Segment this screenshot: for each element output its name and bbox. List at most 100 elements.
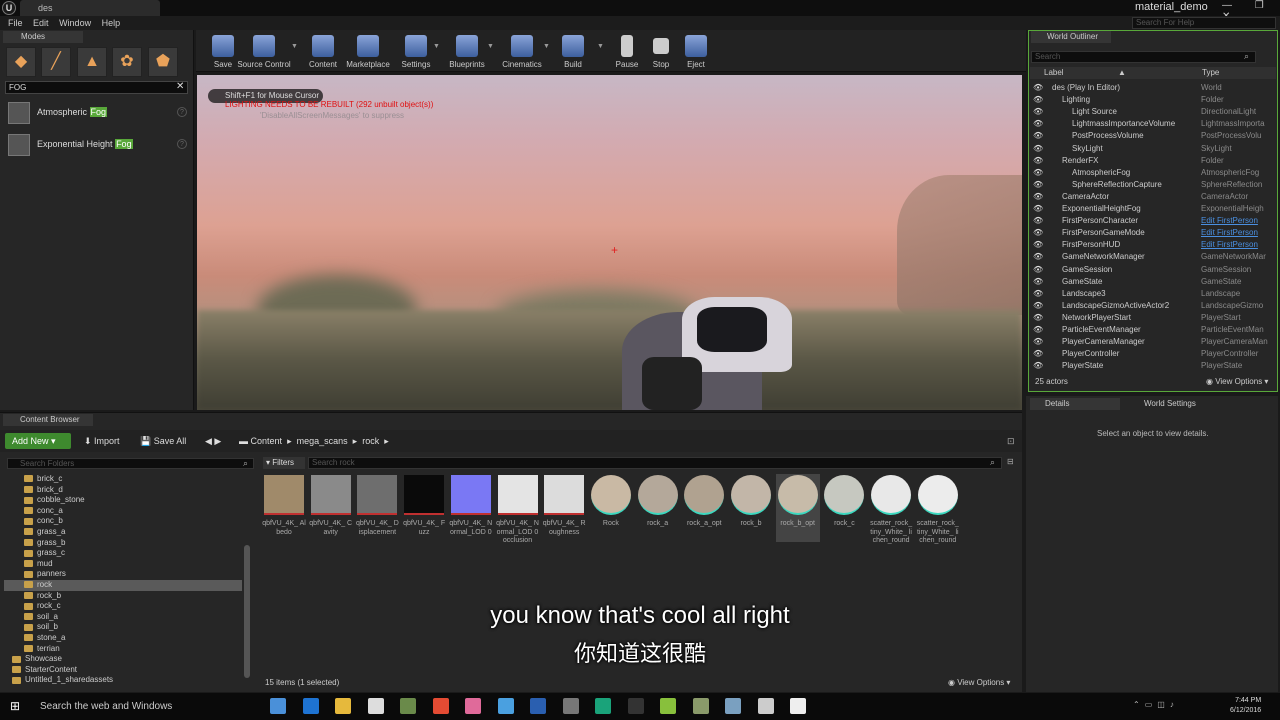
outliner-row[interactable]: 👁 Lighting Folder <box>1030 94 1276 106</box>
help-icon[interactable]: ? <box>177 107 187 117</box>
details-tab[interactable]: Details <box>1030 398 1120 410</box>
modes-search-input[interactable]: FOG <box>5 81 188 94</box>
folder-tree-item[interactable]: conc_b <box>24 516 63 527</box>
visibility-eye-icon[interactable]: 👁 <box>1033 130 1043 142</box>
outliner-row[interactable]: 👁 PostProcessVolume PostProcessVolu <box>1030 130 1276 142</box>
visibility-eye-icon[interactable]: 👁 <box>1033 251 1043 263</box>
asset-tile[interactable]: qbfVU_4K_ Cavity <box>309 474 353 542</box>
asset-tile[interactable]: rock_c <box>822 474 866 542</box>
paint-mode-icon[interactable]: ╱ <box>41 47 71 77</box>
folder-tree-item[interactable]: grass_b <box>24 538 65 549</box>
visibility-eye-icon[interactable]: 👁 <box>1033 264 1043 276</box>
content-browser-tab[interactable]: Content Browser <box>3 414 93 426</box>
place-item-exponential-height-fog[interactable]: Exponential Height Fog ? <box>5 132 190 158</box>
taskbar-clock[interactable]: 7:44 PM 6/12/2016 <box>1230 696 1261 716</box>
outliner-view-options-button[interactable]: ◉ View Options ▾ <box>1206 377 1268 386</box>
visibility-eye-icon[interactable]: 👁 <box>1033 312 1043 324</box>
taskbar-app-icon[interactable] <box>335 698 351 714</box>
taskbar-app-icon[interactable] <box>367 698 384 714</box>
asset-tile[interactable]: rock_b_opt <box>775 474 820 542</box>
outliner-row[interactable]: 👁 SphereReflectionCapture SphereReflection <box>1030 179 1276 191</box>
world-settings-tab[interactable]: World Settings <box>1125 398 1215 410</box>
crumb-content[interactable]: Content <box>251 436 283 446</box>
taskbar-app-icon[interactable] <box>757 698 774 714</box>
folder-search-input[interactable]: Search Folders <box>7 458 254 469</box>
chevron-right-icon[interactable]: ▸ <box>382 436 389 446</box>
menu-help[interactable]: Help <box>102 16 121 30</box>
visibility-eye-icon[interactable]: 👁 <box>1033 179 1043 191</box>
source-control-button[interactable]: Source Control <box>236 33 292 71</box>
chevron-down-icon[interactable]: ▼ <box>597 43 604 50</box>
folder-tree-item[interactable]: mud <box>24 559 53 570</box>
world-outliner-tab[interactable]: World Outliner <box>1031 31 1111 43</box>
taskbar-app-icon[interactable] <box>497 698 514 714</box>
visibility-eye-icon[interactable]: 👁 <box>1033 324 1043 336</box>
taskbar-app-icon[interactable] <box>432 698 449 714</box>
taskbar-app-icon[interactable] <box>660 698 676 714</box>
outliner-row[interactable]: 👁 Landscape3 Landscape <box>1030 288 1276 300</box>
folder-tree-item[interactable]: conc_a <box>24 506 63 517</box>
chevron-right-icon[interactable]: ▸ <box>350 436 360 446</box>
crumb-mega-scans[interactable]: mega_scans <box>297 436 348 446</box>
unreal-logo-icon[interactable]: U <box>2 1 16 15</box>
folder-tree-item[interactable]: Untitled_1_sharedassets <box>12 675 113 686</box>
visibility-eye-icon[interactable]: 👁 <box>1033 336 1043 348</box>
chevron-down-icon[interactable]: ▼ <box>433 43 440 50</box>
foliage-mode-icon[interactable]: ✿ <box>112 47 142 77</box>
visibility-eye-icon[interactable]: 👁 <box>1033 227 1043 239</box>
folder-tree-item[interactable]: cobble_stone <box>24 495 85 506</box>
asset-tile[interactable]: qbfVU_4K_ Fuzz <box>402 474 446 542</box>
clear-search-icon[interactable]: ✕ <box>176 81 184 92</box>
taskbar-app-icon[interactable] <box>790 698 806 714</box>
cinematics-button[interactable]: Cinematics <box>499 33 545 71</box>
visibility-eye-icon[interactable]: 👁 <box>1033 348 1043 360</box>
outliner-row[interactable]: 👁 SkyLight SkyLight <box>1030 143 1276 155</box>
asset-tile[interactable]: qbfVU_4K_ Normal_LOD 0 occlusion <box>496 474 540 544</box>
asset-tile[interactable]: rock_a_opt <box>682 474 726 542</box>
folder-tree-item[interactable]: panners <box>24 569 66 580</box>
outliner-row[interactable]: 👁 PlayerController PlayerController <box>1030 348 1276 360</box>
taskbar-app-icon[interactable] <box>595 698 611 714</box>
taskbar-app-icon[interactable] <box>400 698 416 714</box>
outliner-row-type[interactable]: Edit FirstPerson <box>1201 227 1273 239</box>
outliner-row-type[interactable]: Edit FirstPerson <box>1201 239 1273 251</box>
search-icon[interactable]: ⌕ <box>990 457 995 468</box>
menu-edit[interactable]: Edit <box>33 16 49 30</box>
asset-tile[interactable]: rock_a <box>636 474 680 542</box>
history-nav-icon[interactable]: ◀ ▶ <box>205 436 221 447</box>
visibility-eye-icon[interactable]: 👁 <box>1033 155 1043 167</box>
marketplace-button[interactable]: Marketplace <box>344 33 392 71</box>
outliner-row[interactable]: 👁 FirstPersonCharacter Edit FirstPerson <box>1030 215 1276 227</box>
outliner-row[interactable]: 👁 CameraActor CameraActor <box>1030 191 1276 203</box>
lock-icon[interactable]: ⊡ <box>1007 436 1015 447</box>
taskbar-app-icon[interactable] <box>725 698 741 714</box>
outliner-row[interactable]: 👁 ParticleEventManager ParticleEventMan <box>1030 324 1276 336</box>
visibility-eye-icon[interactable]: 👁 <box>1033 106 1043 118</box>
build-button[interactable]: Build <box>551 33 595 71</box>
content-view-options-button[interactable]: ◉ View Options ▾ <box>948 678 1010 687</box>
content-button[interactable]: Content <box>301 33 345 71</box>
outliner-row[interactable]: 👁 FirstPersonHUD Edit FirstPerson <box>1030 239 1276 251</box>
folder-tree-item[interactable]: grass_a <box>24 527 65 538</box>
search-icon[interactable]: ⌕ <box>1244 51 1249 62</box>
taskbar-app-icon[interactable] <box>530 698 546 714</box>
outliner-row[interactable]: 👁 GameSession GameSession <box>1030 264 1276 276</box>
visibility-eye-icon[interactable]: 👁 <box>1033 203 1043 215</box>
visibility-eye-icon[interactable]: 👁 <box>1033 215 1043 227</box>
outliner-row[interactable]: 👁 RenderFX Folder <box>1030 155 1276 167</box>
asset-tile[interactable]: qbfVU_4K_ Normal_LOD 0 <box>449 474 493 542</box>
taskbar-app-icon[interactable] <box>627 698 644 714</box>
visibility-eye-icon[interactable]: 👁 <box>1033 360 1043 372</box>
asset-tile[interactable]: qbfVU_4K_ Displacement <box>355 474 399 542</box>
outliner-row[interactable]: 👁 LandscapeGizmoActiveActor2 LandscapeGizm… <box>1030 300 1276 312</box>
outliner-row[interactable]: 👁 LightmassImportanceVolume LightmassImpor… <box>1030 118 1276 130</box>
column-label[interactable]: Label <box>1044 68 1064 77</box>
save-all-button[interactable]: 💾 Save All <box>140 436 186 447</box>
asset-tile[interactable]: qbfVU_4K_ Albedo <box>262 474 306 542</box>
outliner-row[interactable]: 👁 PlayerState PlayerState <box>1030 360 1276 372</box>
outliner-row[interactable]: 👁 NetworkPlayerStart PlayerStart <box>1030 312 1276 324</box>
folder-tree-item[interactable]: brick_c <box>24 474 62 485</box>
visibility-eye-icon[interactable]: 👁 <box>1033 288 1043 300</box>
outliner-row[interactable]: 👁 ExponentialHeightFog ExponentialHeigh <box>1030 203 1276 215</box>
menu-window[interactable]: Window <box>59 16 91 30</box>
